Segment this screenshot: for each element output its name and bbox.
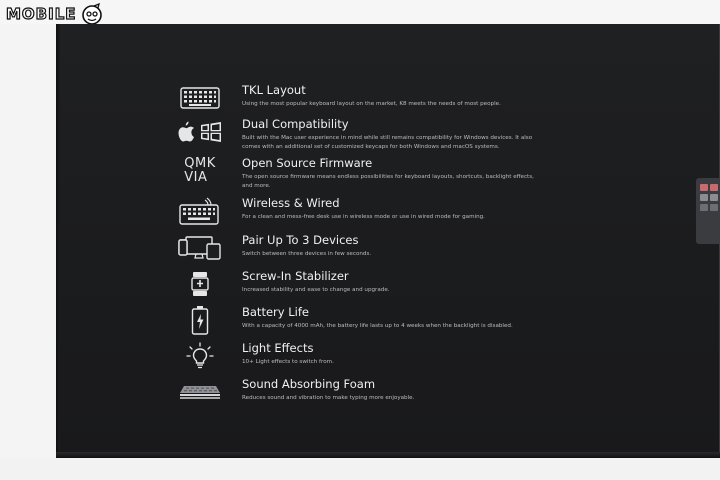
feature-screw-in-stabilizer: Screw-In Stabilizer Increased stability … <box>170 269 550 305</box>
bulb-icon <box>174 341 226 371</box>
feature-light-effects: Light Effects 10+ Light effects to switc… <box>170 341 550 377</box>
feature-description: 10+ Light effects to switch from. <box>242 359 334 365</box>
stabilizer-icon <box>174 269 226 299</box>
face-icon <box>81 3 102 25</box>
feature-title: Open Source Firmware <box>242 156 373 170</box>
foam-icon <box>174 377 226 407</box>
wireless-keyboard-icon <box>174 196 226 226</box>
battery-icon <box>174 305 226 335</box>
feature-battery-life: Battery Life With a capacity of 4000 mAh… <box>170 305 550 341</box>
keyboard-peek <box>696 178 720 244</box>
devices-icon <box>174 233 226 263</box>
feature-open-source-firmware: QMK VIA Open Source Firmware The open so… <box>170 156 550 192</box>
watermark-text: MOBILE <box>5 4 77 23</box>
feature-title: Light Effects <box>242 341 314 355</box>
via-label: VIA <box>184 170 208 185</box>
background-floor <box>0 458 720 480</box>
apple-windows-icon <box>174 117 226 147</box>
feature-description: Reduces sound and vibration to make typi… <box>242 395 415 401</box>
feature-title: Pair Up To 3 Devices <box>242 233 359 247</box>
feature-description: Increased stability and ease to change a… <box>242 287 390 293</box>
keyboard-icon <box>174 83 226 113</box>
feature-description: For a clean and mess-free desk use in wi… <box>242 214 485 220</box>
box-bottom-edge <box>56 452 720 458</box>
feature-pair-devices: Pair Up To 3 Devices Switch between thre… <box>170 233 550 269</box>
qmk-label: QMK <box>184 156 216 171</box>
feature-title: TKL Layout <box>242 83 306 97</box>
feature-description: Built with the Mac user experience in mi… <box>242 135 533 150</box>
feature-description: Using the most popular keyboard layout o… <box>242 101 501 107</box>
feature-title: Wireless & Wired <box>242 196 340 210</box>
feature-dual-compatibility: Dual Compatibility Built with the Mac us… <box>170 117 550 153</box>
feature-description: With a capacity of 4000 mAh, the battery… <box>242 323 513 329</box>
feature-title: Dual Compatibility <box>242 117 349 131</box>
feature-title: Screw-In Stabilizer <box>242 269 349 283</box>
feature-sound-absorbing-foam: Sound Absorbing Foam Reduces sound and v… <box>170 377 550 413</box>
background-top <box>0 0 720 24</box>
feature-description: Switch between three devices in few seco… <box>242 251 372 257</box>
watermark: MOBILE <box>5 3 104 25</box>
feature-title: Sound Absorbing Foam <box>242 377 376 391</box>
qmk-via-icon: QMK VIA <box>174 156 226 186</box>
feature-tkl-layout: TKL Layout Using the most popular keyboa… <box>170 83 550 119</box>
feature-title: Battery Life <box>242 305 309 319</box>
feature-description: The open source firmware means endless p… <box>242 174 534 189</box>
feature-wireless-wired: Wireless & Wired For a clean and mess-fr… <box>170 196 550 232</box>
